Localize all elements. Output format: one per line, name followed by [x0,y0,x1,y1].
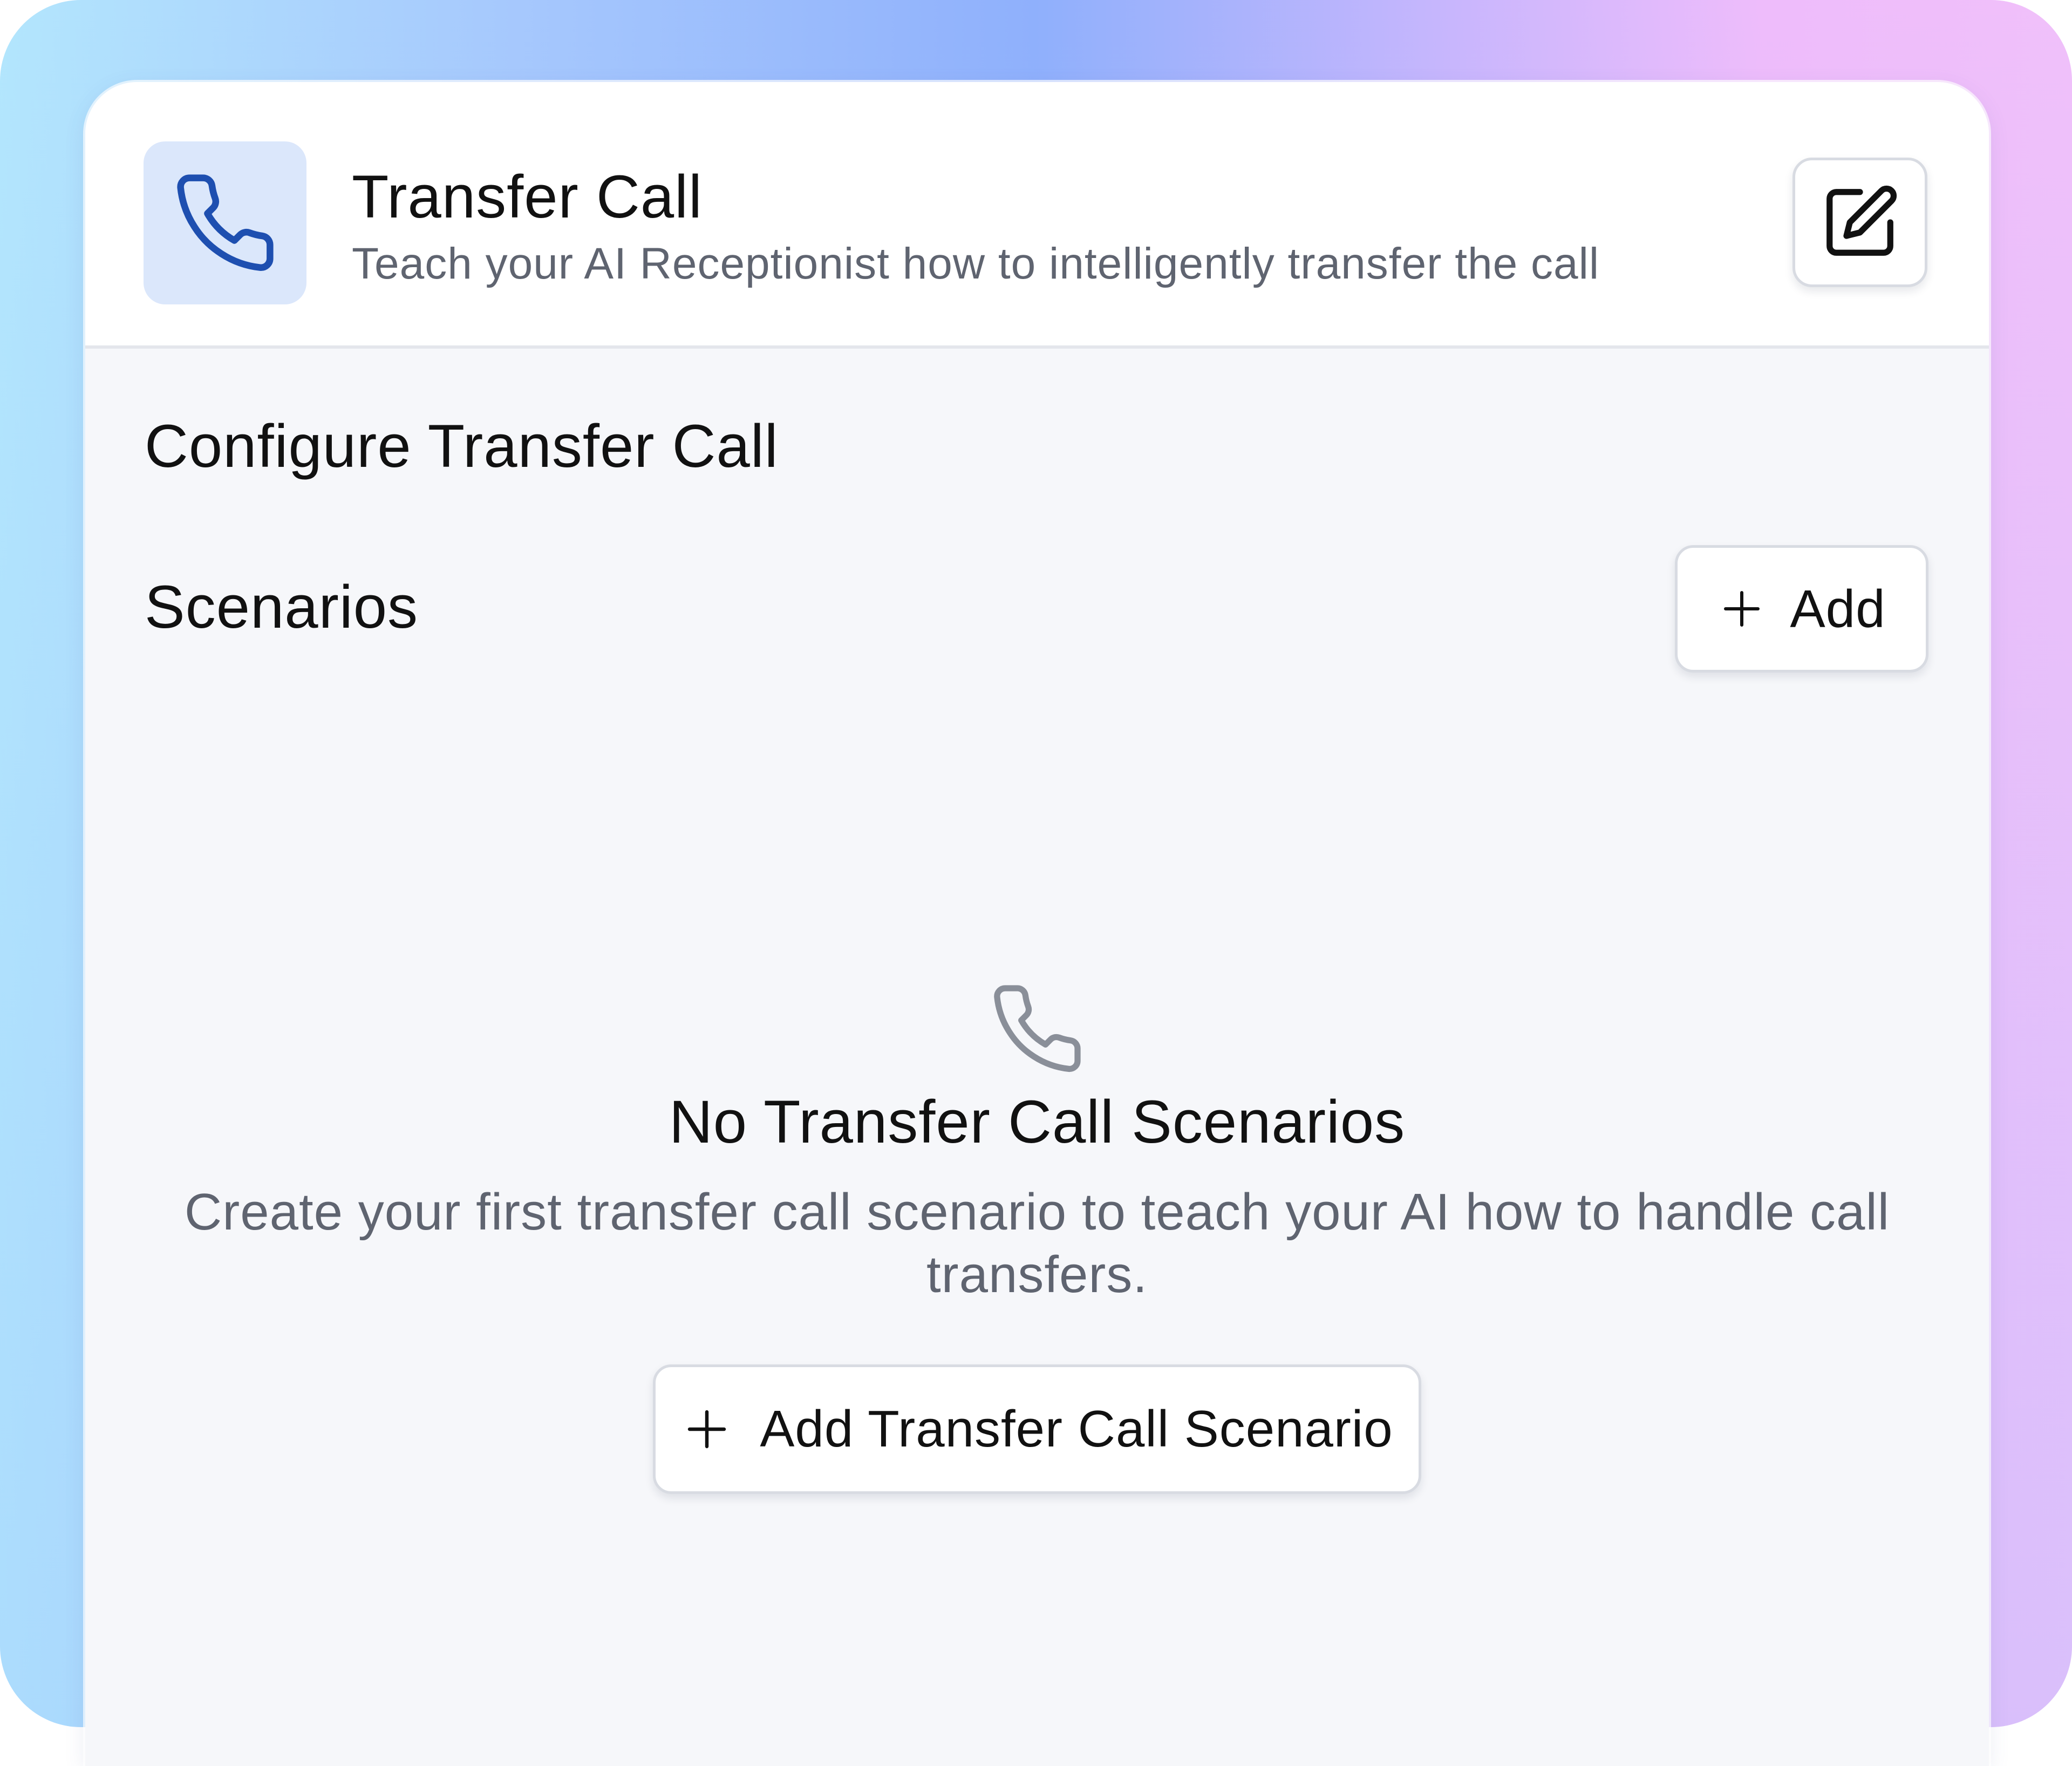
edit-button[interactable] [1792,158,1927,287]
empty-state-description: Create your first transfer call scenario… [184,1183,1890,1303]
card-header: Transfer Call Teach your AI Receptionist… [85,82,1989,349]
edit-icon [1826,185,1897,256]
plus-icon [688,1410,726,1449]
configure-heading: Configure Transfer Call [145,412,779,480]
header-icon-box [144,141,306,304]
plus-icon [1724,591,1760,627]
scenarios-heading: Scenarios [145,573,419,641]
add-transfer-call-scenario-button[interactable]: Add Transfer Call Scenario [653,1364,1421,1494]
page-title: Transfer Call [352,163,703,230]
add-transfer-call-scenario-label: Add Transfer Call Scenario [760,1400,1393,1458]
phone-icon [994,985,1081,1072]
empty-state-title: No Transfer Call Scenarios [669,1088,1406,1156]
add-button-label: Add [1790,579,1886,639]
add-scenario-button-small[interactable]: Add [1675,545,1928,673]
transfer-call-card: Transfer Call Teach your AI Receptionist… [85,82,1989,1766]
phone-icon [177,174,274,271]
page-subtitle: Teach your AI Receptionist how to intell… [352,239,1600,288]
